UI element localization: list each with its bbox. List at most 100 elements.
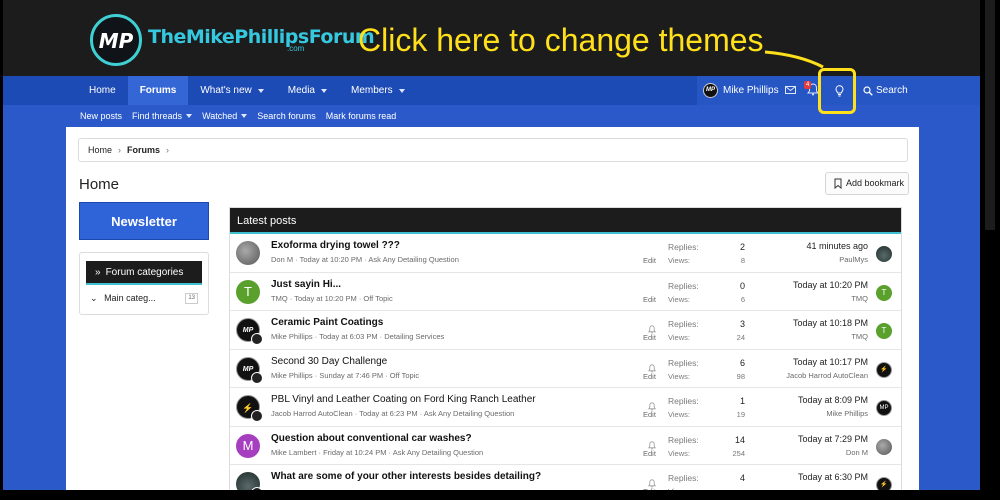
- views-label: Views:: [668, 294, 690, 304]
- thread-meta: Jacob Harrod AutoClean · Today at 6:23 P…: [271, 409, 515, 418]
- watch-bell-icon[interactable]: [648, 398, 656, 411]
- edit-link[interactable]: Edit: [643, 295, 656, 304]
- edit-link[interactable]: Edit: [643, 372, 656, 381]
- last-post-time[interactable]: Today at 10:18 PM: [760, 318, 868, 328]
- thread-title-link[interactable]: Question about conventional car washes?: [271, 433, 472, 444]
- views-label: Views:: [668, 256, 690, 265]
- add-bookmark-button[interactable]: Add bookmark: [825, 172, 909, 195]
- newsletter-button[interactable]: Newsletter: [79, 202, 209, 240]
- watch-bell-icon[interactable]: [648, 321, 656, 334]
- nav-tab-home[interactable]: Home: [77, 76, 128, 105]
- breadcrumb-current[interactable]: Forums: [127, 145, 160, 155]
- last-poster-avatar[interactable]: ⚡: [876, 477, 892, 490]
- nav-tab-label: Home: [89, 85, 116, 96]
- edit-link[interactable]: Edit: [643, 410, 656, 419]
- inbox-icon[interactable]: [785, 86, 796, 94]
- watch-bell-icon[interactable]: [648, 475, 656, 488]
- thread-row[interactable]: MP Second 30 Day Challenge Mike Phillips ·…: [230, 350, 901, 388]
- last-post-time[interactable]: Today at 6:30 PM: [760, 472, 868, 482]
- latest-posts-widget: Latest posts Exoforma drying towel ??? Do…: [229, 207, 902, 490]
- category-main[interactable]: ⌄ Main categ... 13: [90, 293, 198, 304]
- last-poster-name[interactable]: Jacob Harrod AutoClean: [760, 371, 868, 380]
- last-post-time[interactable]: Today at 8:09 PM: [760, 395, 868, 405]
- forum-categories-widget: » Forum categories ⌄ Main categ... 13: [79, 252, 209, 315]
- breadcrumb-home[interactable]: Home: [88, 145, 112, 155]
- last-poster-name[interactable]: TMQ: [760, 294, 868, 303]
- last-poster-name[interactable]: PaulMys: [760, 255, 868, 264]
- last-poster-avatar[interactable]: T: [876, 284, 892, 301]
- thread-title-link[interactable]: PBL Vinyl and Leather Coating on Ford Ki…: [271, 394, 536, 405]
- nav-tab-label: Forums: [139, 85, 177, 96]
- last-post-time[interactable]: Today at 10:17 PM: [760, 357, 868, 367]
- replies-label: Replies:: [668, 319, 699, 329]
- subnav-find-threads[interactable]: Find threads: [132, 105, 200, 127]
- thread-row[interactable]: T Just sayin Hi... TMQ · Today at 10:20 PM…: [230, 273, 901, 311]
- user-avatar[interactable]: MP: [703, 83, 718, 98]
- scrollbar-thumb[interactable]: [985, 0, 995, 230]
- chevron-down-icon[interactable]: ⌄: [90, 293, 98, 303]
- last-post-time[interactable]: Today at 10:20 PM: [760, 280, 868, 290]
- thread-meta: Don M · Today at 10:20 PM · Ask Any Deta…: [271, 255, 459, 264]
- search-button[interactable]: Search: [876, 76, 908, 106]
- site-name[interactable]: TheMikePhillipsForum: [148, 26, 375, 48]
- thread-row[interactable]: MP Ceramic Paint Coatings Mike Phillips · …: [230, 311, 901, 350]
- caret-down-icon[interactable]: [320, 88, 327, 93]
- last-poster-avatar[interactable]: MP: [876, 400, 892, 416]
- edit-link[interactable]: Edit: [643, 487, 656, 490]
- last-poster-mini-avatar: [251, 487, 263, 490]
- edit-link[interactable]: Edit: [643, 449, 656, 458]
- last-poster-avatar[interactable]: [876, 246, 892, 262]
- author-avatar[interactable]: [236, 241, 260, 265]
- user-name-link[interactable]: Mike Phillips: [723, 76, 779, 105]
- thread-title-link[interactable]: Second 30 Day Challenge: [271, 356, 387, 367]
- nav-tab-what-s-new[interactable]: What's new: [188, 76, 275, 105]
- nav-tab-forums[interactable]: Forums: [127, 76, 189, 105]
- last-post-time[interactable]: Today at 7:29 PM: [760, 434, 868, 444]
- author-avatar[interactable]: T: [236, 279, 260, 304]
- views-count: 98: [736, 371, 745, 381]
- last-poster-mini-avatar: [251, 410, 263, 422]
- thread-row[interactable]: M Question about conventional car washes?…: [230, 427, 901, 465]
- search-icon[interactable]: [863, 86, 873, 96]
- last-poster-avatar[interactable]: T: [876, 323, 892, 339]
- site-logo[interactable]: MP: [90, 14, 142, 66]
- subnav-mark-forums-read[interactable]: Mark forums read: [326, 105, 405, 127]
- replies-count: 14: [734, 434, 745, 445]
- replies-count: 6: [739, 357, 745, 368]
- caret-down-icon[interactable]: [398, 88, 405, 93]
- subnav-new-posts[interactable]: New posts: [80, 105, 130, 127]
- thread-title-link[interactable]: Exoforma drying towel ???: [271, 240, 400, 251]
- caret-down-icon[interactable]: [186, 114, 193, 118]
- category-main-label[interactable]: Main categ...: [104, 293, 156, 303]
- thread-row[interactable]: Exoforma drying towel ??? Don M · Today a…: [230, 234, 901, 273]
- last-poster-name[interactable]: Mike Phillips: [760, 409, 868, 418]
- subnav-label: Search forums: [257, 111, 316, 121]
- last-poster-name[interactable]: Don M: [760, 448, 868, 457]
- thread-title-link[interactable]: Just sayin Hi...: [271, 279, 341, 290]
- thread-title-link[interactable]: What are some of your other interests be…: [271, 471, 541, 482]
- edit-link[interactable]: Edit: [643, 333, 656, 342]
- caret-down-icon[interactable]: [257, 88, 264, 93]
- views-count: 19: [736, 410, 745, 419]
- views-count: 254: [732, 448, 745, 458]
- nav-tab-media[interactable]: Media: [276, 76, 339, 105]
- last-poster-mini-avatar: [251, 371, 263, 384]
- thread-row[interactable]: ⚡ PBL Vinyl and Leather Coating on Ford K…: [230, 388, 901, 427]
- add-bookmark-label: Add bookmark: [846, 178, 905, 188]
- subnav-search-forums[interactable]: Search forums: [257, 105, 324, 127]
- edit-link[interactable]: Edit: [643, 256, 656, 265]
- window-scrollbar[interactable]: [980, 0, 1000, 500]
- subnav-watched[interactable]: Watched: [202, 105, 255, 127]
- nav-tab-members[interactable]: Members: [339, 76, 417, 105]
- watch-bell-icon[interactable]: [648, 437, 656, 449]
- last-poster-avatar[interactable]: [876, 438, 892, 455]
- replies-count: 2: [739, 242, 745, 252]
- thread-row[interactable]: What are some of your other interests be…: [230, 465, 901, 490]
- last-poster-avatar[interactable]: ⚡: [876, 361, 892, 378]
- thread-title-link[interactable]: Ceramic Paint Coatings: [271, 317, 383, 328]
- caret-down-icon[interactable]: [241, 114, 248, 118]
- author-avatar[interactable]: M: [236, 433, 260, 458]
- last-post-time[interactable]: 41 minutes ago: [760, 241, 868, 251]
- watch-bell-icon[interactable]: [648, 360, 656, 372]
- last-poster-name[interactable]: TMQ: [760, 332, 868, 341]
